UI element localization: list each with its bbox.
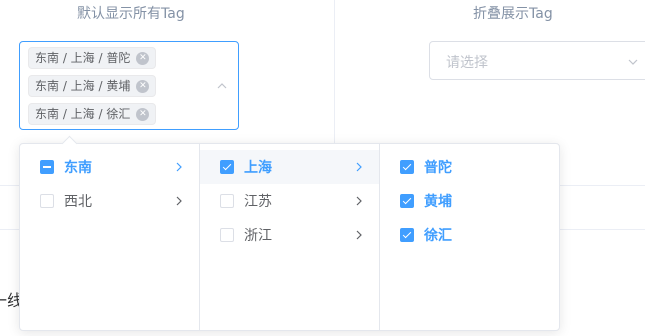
node-label: 上海 (244, 160, 272, 176)
chevron-right-icon (356, 162, 362, 172)
tag-close-icon[interactable]: ✕ (136, 107, 150, 121)
cascader-node-xibei[interactable]: 西北 (20, 184, 199, 218)
cascader-menu-level-3: 普陀 黄埔 徐汇 (380, 144, 560, 330)
checkbox[interactable] (220, 228, 234, 242)
tag-label: 东南 / 上海 / 黄埔 (35, 79, 131, 93)
checkbox-checked[interactable] (400, 228, 414, 242)
selected-tag: 东南 / 上海 / 黄埔 ✕ (28, 75, 157, 97)
cascader-node-dongnan[interactable]: 东南 (20, 150, 199, 184)
demo-caption-default: 默认显示所有Tag (77, 6, 185, 22)
cascader-node-jiangsu[interactable]: 江苏 (200, 184, 379, 218)
cascader-node-zhejiang[interactable]: 浙江 (200, 218, 379, 252)
checkbox-checked[interactable] (220, 160, 234, 174)
cascader-multi-input[interactable]: 东南 / 上海 / 普陀 ✕ 东南 / 上海 / 黄埔 ✕ 东南 / 上海 / … (19, 41, 239, 130)
checkbox[interactable] (40, 194, 54, 208)
selected-tag: 东南 / 上海 / 徐汇 ✕ (28, 103, 157, 125)
cascader-collapse-input[interactable]: 请选择 (429, 41, 645, 80)
cascader-node-shanghai[interactable]: 上海 (200, 150, 379, 184)
node-label: 徐汇 (424, 228, 452, 244)
node-label: 江苏 (244, 194, 272, 210)
node-label: 浙江 (244, 228, 272, 244)
cascader-node-xuhui[interactable]: 徐汇 (380, 218, 560, 252)
node-label: 西北 (64, 194, 92, 210)
chevron-right-icon (356, 196, 362, 206)
tag-label: 东南 / 上海 / 徐汇 (35, 107, 131, 121)
chevron-up-icon[interactable] (216, 80, 228, 92)
chevron-right-icon (176, 162, 182, 172)
cascader-menu-level-1: 东南 西北 (20, 144, 200, 330)
cascader-node-putuo[interactable]: 普陀 (380, 150, 560, 184)
tag-close-icon[interactable]: ✕ (136, 79, 150, 93)
chevron-right-icon (176, 196, 182, 206)
demo-caption-collapse: 折叠展示Tag (473, 6, 553, 22)
checkbox-checked[interactable] (400, 160, 414, 174)
cascader-menu-level-2: 上海 江苏 浙江 (200, 144, 380, 330)
cascader-dropdown: 东南 西北 上海 江苏 浙江 普陀 黄埔 徐汇 (19, 135, 560, 331)
node-label: 东南 (64, 160, 92, 176)
select-placeholder: 请选择 (446, 55, 488, 71)
tag-close-icon[interactable]: ✕ (136, 51, 150, 65)
chevron-down-icon[interactable] (627, 56, 639, 68)
checkbox-indeterminate[interactable] (40, 160, 54, 174)
checkbox-checked[interactable] (400, 194, 414, 208)
selected-tag: 东南 / 上海 / 普陀 ✕ (28, 47, 157, 69)
chevron-right-icon (356, 230, 362, 240)
tag-label: 东南 / 上海 / 普陀 (35, 51, 131, 65)
node-label: 黄埔 (424, 194, 452, 210)
node-label: 普陀 (424, 160, 452, 176)
checkbox[interactable] (220, 194, 234, 208)
cascader-node-huangpu[interactable]: 黄埔 (380, 184, 560, 218)
